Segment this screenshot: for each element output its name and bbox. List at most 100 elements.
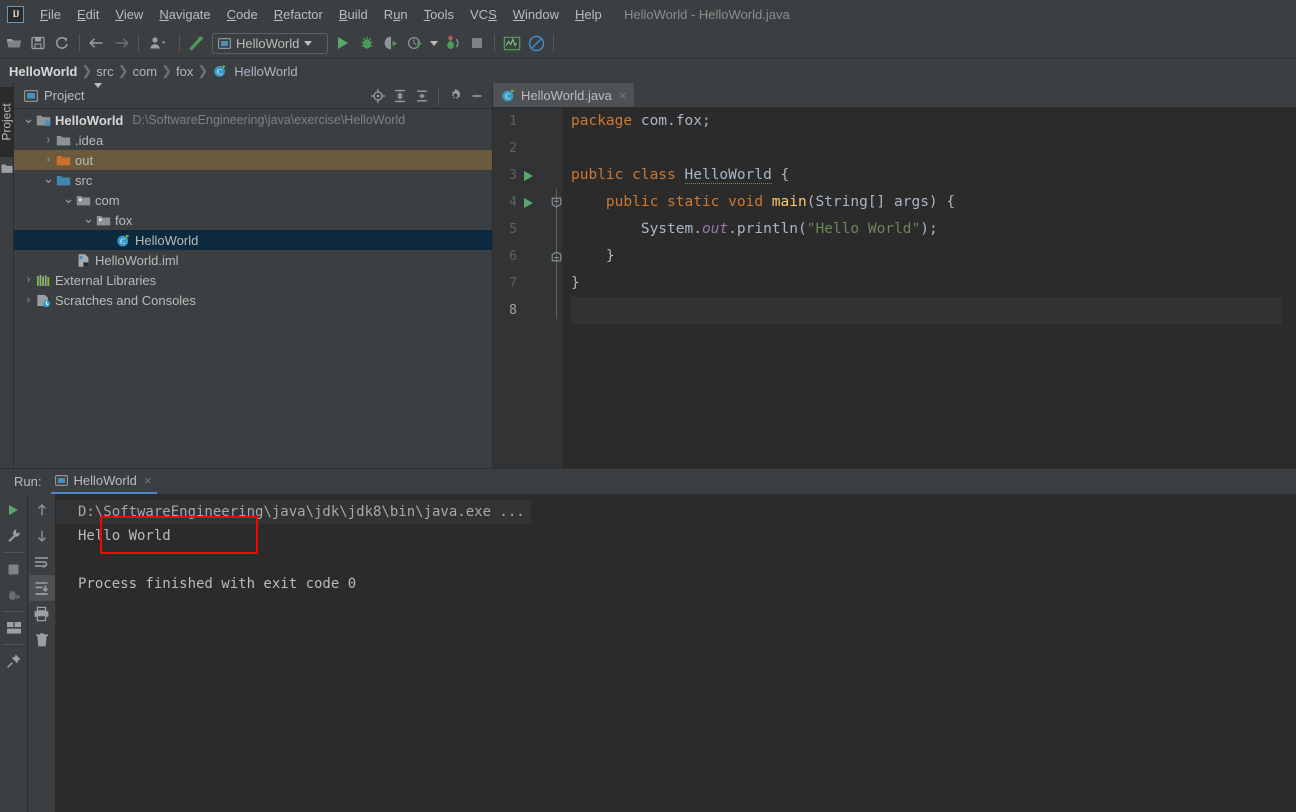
fold-collapse-icon[interactable] xyxy=(551,197,562,208)
debug-button[interactable] xyxy=(355,31,379,55)
close-icon[interactable]: × xyxy=(617,88,629,103)
tree-node-com[interactable]: ⌄ com xyxy=(14,190,492,210)
navigate-forward-icon[interactable] xyxy=(109,31,133,55)
restart-debug-button[interactable] xyxy=(1,582,27,608)
tree-node-helloworld-iml[interactable]: HelloWorld.iml xyxy=(14,250,492,270)
breadcrumb-item-helloworld[interactable]: C HelloWorld xyxy=(213,64,300,79)
settings-wrench-button[interactable] xyxy=(1,523,27,549)
breadcrumb-item-fox[interactable]: fox xyxy=(173,64,196,79)
menu-item-run[interactable]: Run xyxy=(376,3,416,26)
menu-item-code[interactable]: Code xyxy=(219,3,266,26)
print-button[interactable] xyxy=(29,601,55,627)
collapse-all-icon[interactable] xyxy=(411,85,433,107)
open-project-icon[interactable] xyxy=(2,31,26,55)
run-configuration-selector[interactable]: HelloWorld xyxy=(212,32,328,54)
code-editor[interactable]: 1 2 3 4 5 6 7 8 package com.fox; public class H… xyxy=(493,108,1296,468)
code-line-4[interactable]: public static void main(String[] args) { xyxy=(571,189,1282,216)
menu-item-view[interactable]: View xyxy=(107,3,151,26)
menu-item-build[interactable]: Build xyxy=(331,3,376,26)
editor-tab-helloworld-java[interactable]: C HelloWorld.java × xyxy=(493,83,635,107)
menu-item-edit[interactable]: Edit xyxy=(69,3,107,26)
gear-icon[interactable] xyxy=(444,85,466,107)
menu-item-tools[interactable]: Tools xyxy=(416,3,462,26)
code-line-7[interactable]: } xyxy=(571,270,1282,297)
breadcrumb-item-src[interactable]: src xyxy=(93,64,116,79)
performance-monitor-button[interactable] xyxy=(500,31,524,55)
tree-node-fox[interactable]: ⌄ fox xyxy=(14,210,492,230)
menu-item-refactor[interactable]: Refactor xyxy=(266,3,331,26)
code-content[interactable]: package com.fox; public class HelloWorld… xyxy=(562,108,1282,468)
tree-node-out[interactable]: › out xyxy=(14,150,492,170)
gutter-line-8[interactable]: 8 xyxy=(493,297,551,324)
code-line-6[interactable]: } xyxy=(571,243,1282,270)
synchronize-icon[interactable] xyxy=(50,31,74,55)
gutter-line-4[interactable]: 4 xyxy=(493,189,551,216)
gutter-line-3[interactable]: 3 xyxy=(493,162,551,189)
chevron-down-icon[interactable]: ⌄ xyxy=(62,190,75,210)
hide-panel-icon[interactable] xyxy=(466,85,488,107)
code-line-3[interactable]: public class HelloWorld { xyxy=(571,162,1282,189)
code-line-8[interactable] xyxy=(571,297,1282,324)
run-gutter-icon[interactable] xyxy=(520,170,536,181)
sidebar-tab-project[interactable]: Project xyxy=(0,87,14,157)
tree-node-external-libraries[interactable]: › External Libraries xyxy=(14,270,492,290)
tree-node-src[interactable]: ⌄ src xyxy=(14,170,492,190)
tree-node--idea[interactable]: › .idea xyxy=(14,130,492,150)
scroll-to-end-button[interactable] xyxy=(28,575,55,601)
console-output[interactable]: D:\SoftwareEngineering\java\jdk\jdk8\bin… xyxy=(56,494,1296,812)
stop-button-2[interactable] xyxy=(1,556,27,582)
gutter-line-2[interactable]: 2 xyxy=(493,135,551,162)
editor-gutter[interactable]: 1 2 3 4 5 6 7 8 xyxy=(493,108,551,468)
stop-button[interactable] xyxy=(465,31,489,55)
structure-folder-icon[interactable] xyxy=(1,163,13,174)
run-tab-helloworld[interactable]: HelloWorld × xyxy=(51,469,158,494)
chevron-down-icon[interactable]: ⌄ xyxy=(42,170,55,190)
soft-wrap-button[interactable] xyxy=(29,549,55,575)
tree-node-scratches-and-consoles[interactable]: › Scratches and Consoles xyxy=(14,290,492,310)
menu-item-vcs[interactable]: VCS xyxy=(462,3,505,26)
gutter-line-7[interactable]: 7 xyxy=(493,270,551,297)
gutter-line-6[interactable]: 6 xyxy=(493,243,551,270)
breadcrumb-item-com[interactable]: com xyxy=(130,64,161,79)
fold-gutter[interactable] xyxy=(551,108,562,468)
menu-item-window[interactable]: Window xyxy=(505,3,567,26)
build-project-icon[interactable] xyxy=(185,31,209,55)
chevron-down-icon[interactable]: ⌄ xyxy=(22,110,35,130)
menu-item-help[interactable]: Help xyxy=(567,3,610,26)
gutter-line-1[interactable]: 1 xyxy=(493,108,551,135)
run-gutter-icon[interactable] xyxy=(520,197,536,208)
editor-scrollbar[interactable] xyxy=(1282,108,1296,468)
tree-node-helloworld[interactable]: C HelloWorld xyxy=(14,230,492,250)
breadcrumb-item-helloworld[interactable]: HelloWorld xyxy=(6,64,80,79)
pin-button[interactable] xyxy=(1,648,27,674)
menu-item-file[interactable]: File xyxy=(32,3,69,26)
expand-all-icon[interactable] xyxy=(389,85,411,107)
gutter-line-5[interactable]: 5 xyxy=(493,216,551,243)
profile-dropdown[interactable] xyxy=(427,31,441,55)
code-line-5[interactable]: System.out.println("Hello World"); xyxy=(571,216,1282,243)
run-button[interactable] xyxy=(331,31,355,55)
close-icon[interactable]: × xyxy=(142,473,154,488)
vcs-operations-icon[interactable] xyxy=(144,31,174,55)
chevron-right-icon[interactable]: › xyxy=(42,130,55,150)
attach-to-process-button[interactable] xyxy=(441,31,465,55)
chevron-right-icon[interactable]: › xyxy=(22,290,35,310)
rerun-button[interactable] xyxy=(1,497,27,523)
code-line-2[interactable] xyxy=(571,135,1282,162)
run-with-coverage-button[interactable] xyxy=(379,31,403,55)
menu-item-navigate[interactable]: Navigate xyxy=(151,3,218,26)
scroll-down-button[interactable] xyxy=(29,523,55,549)
chevron-down-icon[interactable]: ⌄ xyxy=(82,210,95,230)
chevron-right-icon[interactable]: › xyxy=(22,270,35,290)
project-panel-dropdown[interactable] xyxy=(94,83,103,103)
save-all-icon[interactable] xyxy=(26,31,50,55)
scroll-up-button[interactable] xyxy=(29,497,55,523)
chevron-right-icon[interactable]: › xyxy=(42,150,55,170)
code-line-1[interactable]: package com.fox; xyxy=(571,108,1282,135)
clear-all-button[interactable] xyxy=(29,627,55,653)
fold-end-icon[interactable] xyxy=(551,251,562,262)
layout-button[interactable] xyxy=(1,615,27,641)
profile-button[interactable] xyxy=(403,31,427,55)
navigate-back-icon[interactable] xyxy=(85,31,109,55)
select-opened-file-icon[interactable] xyxy=(367,85,389,107)
